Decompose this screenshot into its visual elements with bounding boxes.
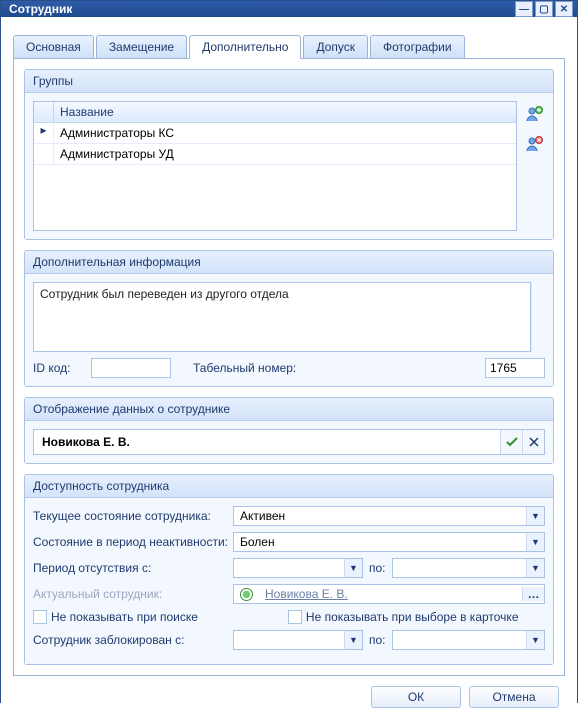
current-state-value: Активен — [234, 507, 526, 525]
chevron-down-icon[interactable]: ▼ — [526, 533, 544, 551]
tab-access[interactable]: Допуск — [303, 35, 368, 59]
ok-button[interactable]: ОК — [371, 686, 461, 708]
display-value[interactable]: Новикова Е. В. — [34, 430, 500, 454]
groups-panel: Группы Название ▸ Администраторы КС — [24, 69, 554, 240]
absence-from-date[interactable]: ▼ — [233, 558, 363, 578]
current-state-combo[interactable]: Активен ▼ — [233, 506, 545, 526]
employee-dialog: Сотрудник — ▢ ✕ Основная Замещение Допол… — [0, 0, 578, 703]
minimize-button[interactable]: — — [515, 1, 533, 17]
hide-card-checkbox[interactable] — [288, 610, 302, 624]
hide-search-label: Не показывать при поиске — [51, 610, 198, 624]
tab-main[interactable]: Основная — [13, 35, 94, 59]
tab-substitution[interactable]: Замещение — [96, 35, 187, 59]
row-indicator-icon: ▸ — [34, 123, 54, 143]
tabno-label: Табельный номер: — [193, 361, 296, 375]
display-title: Отображение данных о сотруднике — [25, 398, 553, 421]
display-field: Новикова Е. В. — [33, 429, 545, 455]
chevron-down-icon[interactable]: ▼ — [526, 559, 544, 577]
accept-button[interactable] — [500, 430, 522, 454]
user-add-icon — [525, 105, 543, 123]
availability-panel: Доступность сотрудника Текущее состояние… — [24, 474, 554, 665]
chevron-down-icon[interactable]: ▼ — [344, 559, 362, 577]
radio-on-icon — [240, 588, 253, 601]
blocked-from-label: Сотрудник заблокирован с: — [33, 633, 233, 647]
inactive-state-value: Болен — [234, 533, 526, 551]
row-indicator-icon — [34, 144, 54, 164]
maximize-button[interactable]: ▢ — [535, 1, 553, 17]
notes-memo[interactable] — [33, 282, 531, 352]
tab-body: Группы Название ▸ Администраторы КС — [13, 58, 565, 676]
table-row[interactable]: ▸ Администраторы КС — [34, 123, 516, 144]
tabno-input[interactable] — [485, 358, 545, 378]
id-input[interactable] — [91, 358, 171, 378]
clear-button[interactable] — [522, 430, 544, 454]
chevron-down-icon[interactable]: ▼ — [526, 631, 544, 649]
current-state-label: Текущее состояние сотрудника: — [33, 509, 233, 523]
col-name[interactable]: Название — [54, 102, 516, 122]
grid-indicator-header — [34, 102, 54, 122]
browse-button[interactable]: … — [522, 587, 544, 601]
dialog-footer: ОК Отмена — [13, 676, 565, 712]
extra-info-title: Дополнительная информация — [25, 251, 553, 274]
window-title: Сотрудник — [5, 2, 513, 16]
user-remove-icon — [525, 135, 543, 153]
availability-title: Доступность сотрудника — [25, 475, 553, 498]
check-icon — [505, 435, 519, 449]
cell-name: Администраторы УД — [54, 144, 516, 164]
hide-card-label: Не показывать при выборе в карточке — [306, 610, 519, 624]
chevron-down-icon[interactable]: ▼ — [344, 631, 362, 649]
groups-title: Группы — [25, 70, 553, 93]
inactive-state-combo[interactable]: Болен ▼ — [233, 532, 545, 552]
titlebar: Сотрудник — ▢ ✕ — [1, 1, 577, 17]
close-button[interactable]: ✕ — [555, 1, 573, 17]
hide-search-checkbox[interactable] — [33, 610, 47, 624]
display-panel: Отображение данных о сотруднике Новикова… — [24, 397, 554, 464]
tab-photos[interactable]: Фотографии — [370, 35, 465, 59]
cancel-button[interactable]: Отмена — [469, 686, 559, 708]
tabstrip: Основная Замещение Дополнительно Допуск … — [13, 35, 565, 59]
cell-name: Администраторы КС — [54, 123, 516, 143]
remove-group-button[interactable] — [523, 133, 545, 155]
absence-from-label: Период отсутствия с: — [33, 561, 233, 575]
to-label-1: по: — [369, 561, 386, 575]
groups-grid[interactable]: Название ▸ Администраторы КС Администрат… — [33, 101, 517, 231]
tab-additional[interactable]: Дополнительно — [189, 35, 301, 59]
id-label: ID код: — [33, 361, 85, 375]
absence-to-date[interactable]: ▼ — [392, 558, 545, 578]
blocked-to-date[interactable]: ▼ — [392, 630, 545, 650]
extra-info-panel: Дополнительная информация ID код: Табель… — [24, 250, 554, 387]
memo-scrollbar[interactable] — [531, 282, 545, 352]
blocked-from-date[interactable]: ▼ — [233, 630, 363, 650]
actual-employee-label: Актуальный сотрудник: — [33, 587, 233, 601]
actual-employee-link[interactable]: Новикова Е. В. — [259, 585, 522, 603]
add-group-button[interactable] — [523, 103, 545, 125]
client-area: Основная Замещение Дополнительно Допуск … — [1, 17, 577, 720]
inactive-state-label: Состояние в период неактивности: — [33, 535, 233, 549]
x-icon — [528, 436, 540, 448]
table-row[interactable]: Администраторы УД — [34, 144, 516, 165]
to-label-2: по: — [369, 633, 386, 647]
chevron-down-icon[interactable]: ▼ — [526, 507, 544, 525]
